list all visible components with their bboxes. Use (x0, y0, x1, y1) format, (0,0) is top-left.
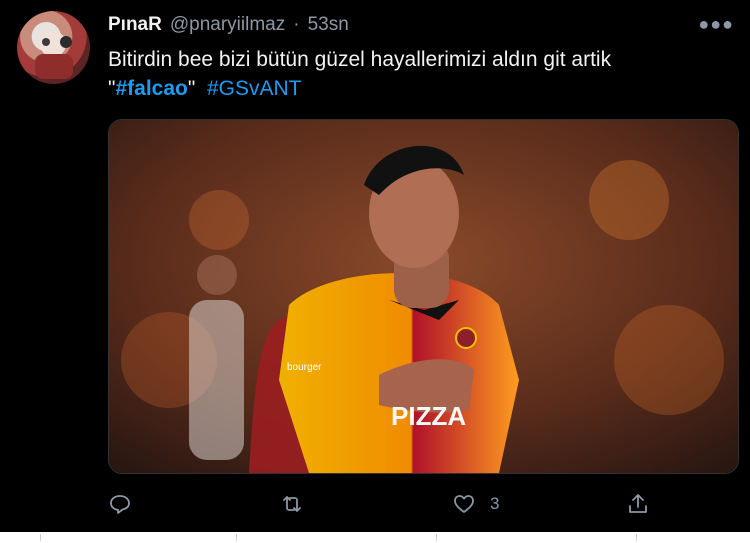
jersey-text: PIZZA (391, 401, 466, 431)
hashtag-falcao[interactable]: #falcao (115, 77, 187, 100)
share-icon (629, 494, 647, 513)
hashtag-gsvant[interactable]: #GSvANT (207, 77, 302, 100)
share-button[interactable] (626, 486, 650, 522)
tweet-image[interactable]: PIZZA bourger (108, 119, 739, 474)
like-icon (454, 495, 474, 513)
reply-icon (110, 495, 130, 514)
tweet-text-line-1: Bitirdin bee bizi bütün güzel hayallerim… (108, 48, 612, 71)
sponsor-text: bourger (287, 362, 322, 373)
separator: · (293, 14, 300, 35)
tweet-header: PınaR @pnaryiilmaz · 53sn (108, 12, 349, 38)
retweet-icon (283, 496, 301, 512)
quote-close: " (187, 77, 196, 100)
bottom-divider (0, 532, 750, 543)
tweet-time[interactable]: 53sn (308, 14, 349, 36)
tweet-actions: 3 (108, 486, 668, 522)
author-handle[interactable]: @pnaryiilmaz (170, 14, 285, 36)
tweet-text: Bitirdin bee bizi bütün güzel hayallerim… (108, 45, 728, 103)
like-count: 3 (490, 494, 500, 513)
more-icon[interactable]: ●●● (698, 14, 734, 35)
like-button[interactable]: 3 (452, 486, 499, 522)
avatar[interactable] (17, 11, 90, 84)
author-name[interactable]: PınaR (108, 14, 162, 36)
reply-button[interactable] (108, 486, 146, 522)
tweet-text-line-2: "#falcao" #GSvANT (108, 74, 728, 103)
retweet-button[interactable] (280, 486, 318, 522)
